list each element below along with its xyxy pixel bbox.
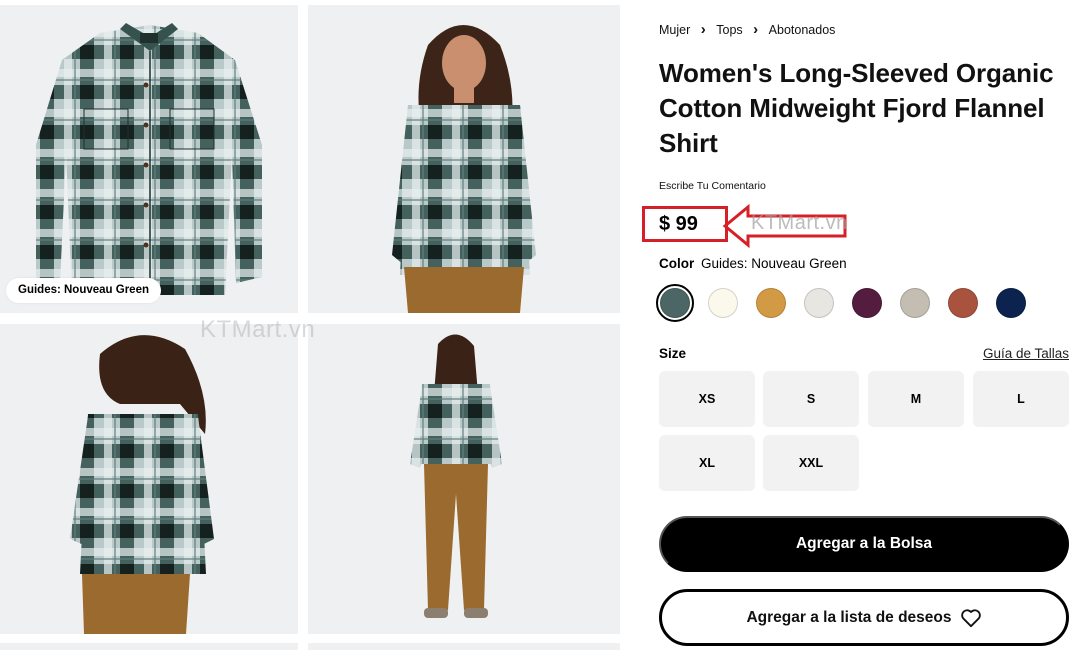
product-price: $ 99 [659, 213, 698, 235]
product-image-model-full-length[interactable] [308, 324, 620, 634]
swatch-dot [900, 288, 930, 318]
swatch-light-gray[interactable] [800, 284, 838, 322]
breadcrumb-item-abotonados[interactable]: Abotonados [769, 23, 836, 37]
size-option-s[interactable]: S [763, 371, 859, 427]
swatch-dot [804, 288, 834, 318]
add-to-wishlist-label: Agregar a la lista de deseos [746, 608, 952, 626]
swatch-nouveau-green[interactable] [656, 284, 694, 322]
swatch-tan[interactable] [752, 284, 790, 322]
color-swatches [656, 284, 1066, 324]
model-front-illustration [308, 5, 620, 313]
swatch-stone[interactable] [896, 284, 934, 322]
product-image-model-front[interactable] [308, 5, 620, 313]
write-review-link[interactable]: Escribe Tu Comentario [659, 180, 766, 192]
product-details-panel: Mujer › Tops › Abotonados Women's Long-S… [642, 0, 1069, 650]
model-full-length-illustration [308, 324, 620, 634]
color-tag: Guides: Nouveau Green [6, 278, 162, 303]
chevron-right-icon: › [700, 21, 706, 38]
chevron-right-icon: › [753, 21, 759, 38]
swatch-rust[interactable] [944, 284, 982, 322]
add-to-bag-label: Agregar a la Bolsa [795, 535, 933, 552]
model-back-illustration [0, 324, 298, 634]
swatch-dot [660, 288, 690, 318]
swatch-dot [996, 288, 1026, 318]
product-image-shirt-front[interactable]: Guides: Nouveau Green [0, 5, 298, 313]
breadcrumb-item-mujer[interactable]: Mujer [659, 23, 690, 37]
swatch-navy[interactable] [992, 284, 1030, 322]
price-watermark: KTMart.vn [751, 212, 848, 234]
color-selector-label: Color Guides: Nouveau Green [659, 256, 847, 271]
swatch-dot [756, 288, 786, 318]
swatch-dot [708, 288, 738, 318]
size-option-m[interactable]: M [868, 371, 964, 427]
size-guide-link[interactable]: Guía de Tallas [983, 346, 1069, 361]
swatch-dot [948, 288, 978, 318]
add-to-bag-button[interactable]: Agregar a la Bolsa [659, 516, 1069, 572]
swatch-dot [852, 288, 882, 318]
size-label: Size [659, 346, 687, 361]
swatch-cream[interactable] [704, 284, 742, 322]
size-option-xl[interactable]: XL [659, 435, 755, 491]
size-option-l[interactable]: L [973, 371, 1069, 427]
product-title: Women's Long-Sleeved Organic Cotton Midw… [659, 58, 1054, 158]
product-image-model-back[interactable] [0, 324, 298, 634]
shirt-front-illustration [0, 5, 298, 313]
size-option-xs[interactable]: XS [659, 371, 755, 427]
product-gallery: Guides: Nouveau Green KTMart.vn [0, 0, 630, 650]
color-label: Color [659, 256, 695, 271]
breadcrumb-item-tops[interactable]: Tops [716, 23, 742, 37]
breadcrumb: Mujer › Tops › Abotonados [659, 21, 835, 38]
product-image-next[interactable] [0, 643, 298, 650]
add-to-wishlist-button[interactable]: Agregar a la lista de deseos [659, 589, 1069, 646]
product-image-next[interactable] [308, 643, 620, 650]
watermark: KTMart.vn [200, 316, 316, 343]
heart-icon [960, 608, 981, 627]
selected-color-name: Guides: Nouveau Green [701, 256, 847, 271]
size-option-xxl[interactable]: XXL [763, 435, 859, 491]
swatch-plum[interactable] [848, 284, 886, 322]
